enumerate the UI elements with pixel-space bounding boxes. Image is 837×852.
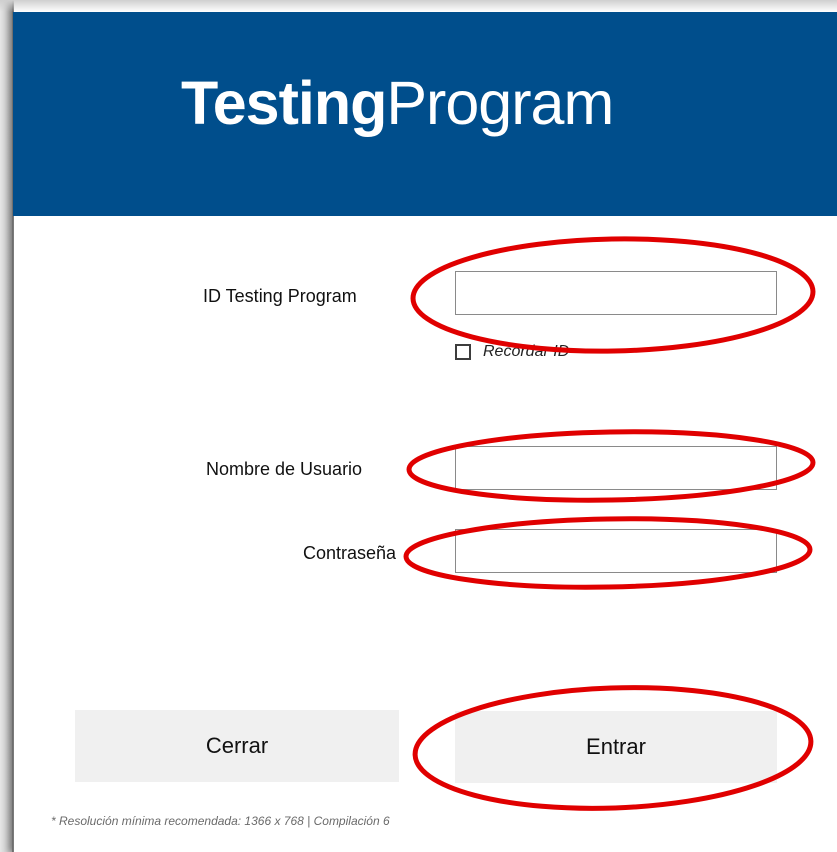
id-label: ID Testing Program bbox=[203, 286, 357, 306]
logo-bold-text: Testing bbox=[181, 69, 387, 137]
close-button[interactable]: Cerrar bbox=[75, 710, 399, 782]
password-label: Contraseña bbox=[303, 543, 397, 563]
logo-light-text: Program bbox=[386, 69, 614, 137]
app-logo: TestingProgram bbox=[181, 73, 614, 134]
login-window: TestingProgram ID Testing Program Record… bbox=[12, 0, 837, 852]
id-input[interactable] bbox=[455, 271, 777, 315]
username-label: Nombre de Usuario bbox=[206, 459, 363, 479]
remember-id-checkbox[interactable]: Recordar ID bbox=[455, 343, 569, 361]
password-input[interactable] bbox=[455, 529, 777, 573]
remember-id-checkbox-box[interactable] bbox=[455, 344, 471, 360]
username-input[interactable] bbox=[455, 446, 777, 490]
footer-note: * Resolución mínima recomendada: 1366 x … bbox=[51, 814, 390, 828]
remember-id-label: Recordar ID bbox=[483, 343, 570, 360]
header-banner: TestingProgram bbox=[13, 12, 837, 216]
window-edge-shadow bbox=[0, 0, 12, 852]
enter-button[interactable]: Entrar bbox=[455, 711, 777, 783]
